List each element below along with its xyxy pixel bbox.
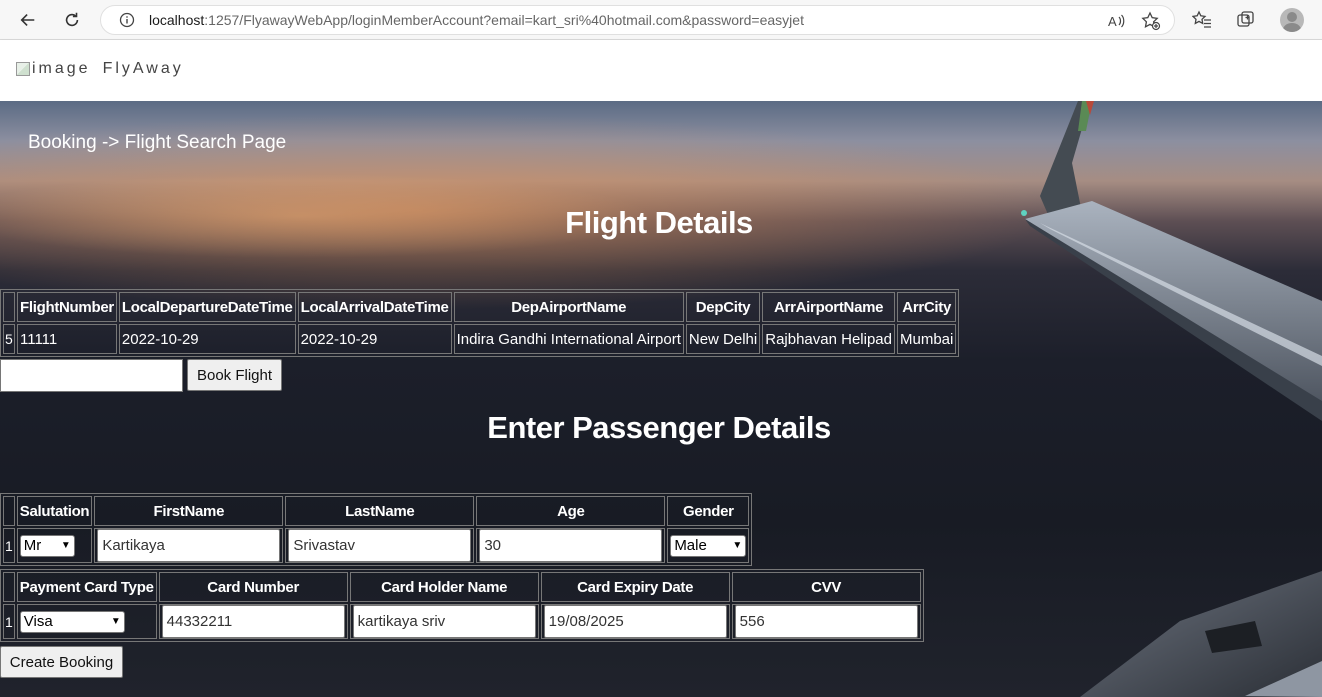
- table-row: 1 Mr ▼ Kartikaya Srivastav 30 Male ▼: [3, 528, 750, 563]
- cvv-cell: 556: [731, 604, 921, 639]
- passenger-table: Salutation FirstName LastName Age Gender…: [0, 493, 753, 566]
- row-index: 5: [3, 324, 15, 354]
- col-header: LocalDepartureDateTime: [118, 292, 296, 322]
- col-header: Card Expiry Date: [540, 572, 730, 602]
- card-type-value: Visa: [23, 613, 53, 630]
- departure-cell: 2022-10-29: [118, 324, 296, 354]
- salutation-value: Mr: [23, 537, 42, 554]
- address-bar[interactable]: localhost:1257/FlyawayWebApp/loginMember…: [100, 5, 1175, 35]
- row-index: 1: [3, 528, 15, 563]
- col-header: DepCity: [685, 292, 761, 322]
- index-header: [3, 292, 15, 322]
- index-header: [3, 496, 15, 526]
- reload-icon: [65, 12, 79, 27]
- card-holder-cell: kartikaya sriv: [349, 604, 539, 639]
- card-type-select[interactable]: Visa ▼: [19, 610, 125, 633]
- arr-airport-cell: Rajbhavan Helipad: [762, 324, 895, 354]
- reload-button[interactable]: [58, 6, 86, 34]
- col-header: CVV: [731, 572, 921, 602]
- back-button[interactable]: [14, 6, 42, 34]
- col-header: DepAirportName: [453, 292, 684, 322]
- col-header: LastName: [285, 496, 475, 526]
- card-expiry-cell: 19/08/2025: [540, 604, 730, 639]
- flight-details-heading: Flight Details: [565, 205, 753, 240]
- col-header: ArrCity: [897, 292, 957, 322]
- col-header: ArrAirportName: [762, 292, 895, 322]
- salutation-cell: Mr ▼: [16, 528, 93, 563]
- collections-icon[interactable]: [1236, 10, 1256, 30]
- col-header: Card Holder Name: [349, 572, 539, 602]
- col-header: Card Number: [158, 572, 348, 602]
- card-type-cell: Visa ▼: [16, 604, 157, 639]
- svg-text:A: A: [1108, 14, 1117, 29]
- table-row: 1 Visa ▼ 44332211 kartikaya sriv 19/08/20…: [3, 604, 921, 639]
- last-name-input[interactable]: Srivastav: [288, 529, 472, 562]
- first-name-cell: Kartikaya: [94, 528, 284, 563]
- url-host: localhost: [149, 12, 205, 28]
- create-booking-button[interactable]: Create Booking: [0, 646, 123, 678]
- flight-details-table: FlightNumber LocalDepartureDateTime Loca…: [0, 289, 960, 357]
- profile-avatar[interactable]: [1280, 8, 1304, 32]
- browser-toolbar: localhost:1257/FlyawayWebApp/loginMember…: [0, 0, 1322, 40]
- dep-city-cell: New Delhi: [685, 324, 761, 354]
- logo-alt-text: image: [32, 60, 91, 77]
- card-number-input[interactable]: 44332211: [161, 605, 345, 638]
- payment-table: Payment Card Type Card Number Card Holde…: [0, 569, 924, 642]
- col-header: FirstName: [94, 496, 284, 526]
- age-cell: 30: [476, 528, 666, 563]
- arrival-cell: 2022-10-29: [297, 324, 452, 354]
- url-path: :1257/FlyawayWebApp/loginMemberAccount?e…: [204, 12, 804, 28]
- favorite-star-icon[interactable]: [1141, 11, 1161, 31]
- read-aloud-icon[interactable]: A: [1106, 11, 1126, 31]
- index-header: [3, 572, 15, 602]
- col-header: Age: [476, 496, 666, 526]
- col-header: Salutation: [16, 496, 93, 526]
- col-header: Gender: [667, 496, 750, 526]
- chevron-down-icon: ▼: [732, 540, 743, 551]
- chevron-down-icon: ▼: [60, 540, 71, 551]
- passenger-details-heading: Enter Passenger Details: [487, 410, 831, 445]
- col-header: FlightNumber: [17, 292, 117, 322]
- card-holder-input[interactable]: kartikaya sriv: [352, 605, 536, 638]
- brand-logo[interactable]: image FlyAway: [16, 60, 184, 78]
- chevron-down-icon: ▼: [110, 616, 121, 627]
- table-header-row: Salutation FirstName LastName Age Gender: [3, 496, 750, 526]
- first-name-input[interactable]: Kartikaya: [97, 529, 281, 562]
- cvv-input[interactable]: 556: [734, 605, 918, 638]
- salutation-select[interactable]: Mr ▼: [19, 534, 75, 557]
- table-row: 5 11111 2022-10-29 2022-10-29 Indira Gan…: [3, 324, 957, 354]
- row-index: 1: [3, 604, 15, 639]
- brand-name: FlyAway: [102, 60, 184, 77]
- url-text: localhost:1257/FlyawayWebApp/loginMember…: [149, 12, 804, 28]
- arr-city-cell: Mumbai: [897, 324, 957, 354]
- col-header: LocalArrivalDateTime: [297, 292, 452, 322]
- broken-image-icon: [16, 62, 30, 76]
- dep-airport-cell: Indira Gandhi International Airport: [453, 324, 684, 354]
- book-flight-button[interactable]: Book Flight: [187, 359, 282, 391]
- breadcrumb: Booking -> Flight Search Page: [28, 132, 287, 153]
- back-arrow-icon: [20, 14, 35, 26]
- gender-select[interactable]: Male ▼: [670, 534, 747, 557]
- info-icon[interactable]: [119, 12, 135, 28]
- table-header-row: Payment Card Type Card Number Card Holde…: [3, 572, 921, 602]
- col-header: Payment Card Type: [16, 572, 157, 602]
- card-expiry-input[interactable]: 19/08/2025: [543, 605, 727, 638]
- card-number-cell: 44332211: [158, 604, 348, 639]
- favorites-icon[interactable]: [1192, 10, 1212, 30]
- age-input[interactable]: 30: [479, 529, 663, 562]
- flight-number-cell: 11111: [17, 324, 117, 354]
- gender-value: Male: [674, 537, 707, 554]
- last-name-cell: Srivastav: [285, 528, 475, 563]
- book-flight-input[interactable]: [0, 359, 183, 392]
- gender-cell: Male ▼: [667, 528, 750, 563]
- site-header: image FlyAway: [0, 40, 1322, 101]
- table-header-row: FlightNumber LocalDepartureDateTime Loca…: [3, 292, 957, 322]
